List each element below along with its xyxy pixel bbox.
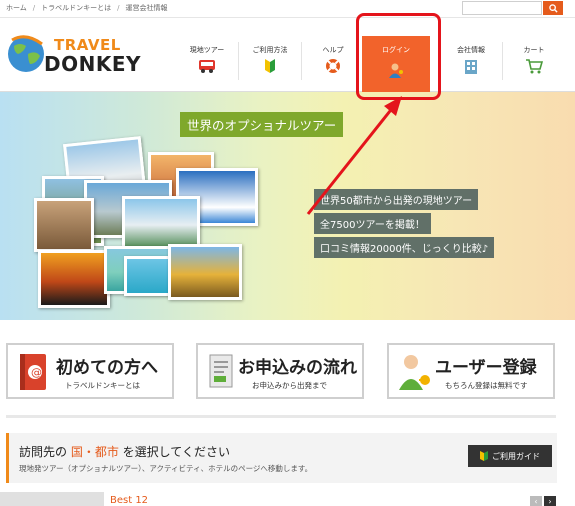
next-page-button[interactable]: › [544,496,556,506]
first-time-button[interactable]: @ 初めての方へ トラベルドンキーとは [6,343,174,399]
usage-guide-label: ご利用ガイド [492,451,540,461]
destination-title-prefix: 訪問先の [19,445,71,459]
feature-title: お申込みの流れ [238,358,357,378]
destination-subtitle: 現地発ツアー（オプショナルツアー）、アクティビティ、ホテルのページへ移動します。 [19,464,313,473]
feature-subtitle: トラベルドンキーとは [65,381,140,390]
destination-title-suffix: を選択してください [118,445,230,459]
feature-subtitle: お申込みから出発まで [252,381,327,390]
destination-title-highlight: 国・都市 [70,445,119,459]
chevron-right-icon: › [548,496,552,506]
destination-title: 訪問先の 国・都市 を選択してください [19,443,230,460]
feature-title: 初めての方へ [56,358,158,378]
sidebar-header [0,492,104,506]
address-book-icon: @ [20,354,46,390]
arrow-annotation-icon [306,96,402,215]
feature-subtitle: もちろん登録は無料です [445,381,528,390]
document-icon [209,354,233,388]
application-flow-button[interactable]: お申込みの流れ お申込みから出発まで [196,343,364,399]
beginner-mark-icon [480,451,488,461]
best-section-label: Best 12 [110,495,149,506]
destination-select-panel: 訪問先の 国・都市 を選択してください 現地発ツアー（オプショナルツアー）、アク… [6,433,557,483]
prev-page-button[interactable]: ‹ [530,496,542,506]
feature-title: ユーザー登録 [435,358,537,378]
svg-text:@: @ [31,366,42,379]
feature-links: @ 初めての方へ トラベルドンキーとは お申込みの流れ お申込みから出発まで ユ… [0,330,575,420]
section-divider [6,415,556,418]
user-registration-button[interactable]: ユーザー登録 もちろん登録は無料です [387,343,555,399]
user-register-icon [399,355,430,390]
chevron-left-icon: ‹ [534,496,538,506]
usage-guide-button[interactable]: ご利用ガイド [468,445,552,467]
